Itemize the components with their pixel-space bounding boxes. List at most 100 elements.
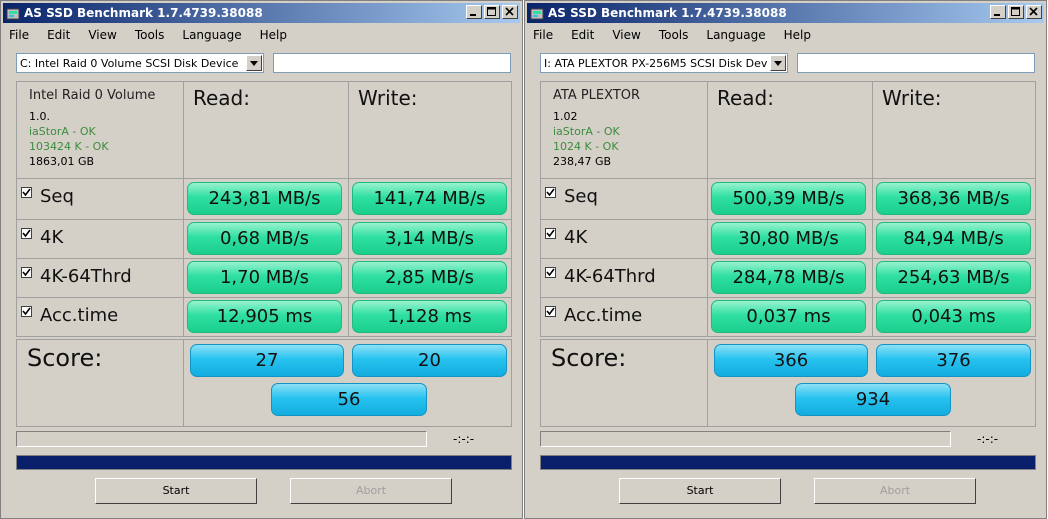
dropdown-button[interactable] [246,55,262,71]
driver-status: iaStorA - OK [29,125,96,138]
menu-tools[interactable]: Tools [659,28,689,42]
menu-help[interactable]: Help [784,28,811,42]
dropdown-button[interactable] [770,55,786,71]
menu-help[interactable]: Help [260,28,287,42]
4k64-write-value: 254,63 MB/s [876,261,1031,294]
4k-write-value: 3,14 MB/s [352,222,507,255]
checkmark-icon [546,268,555,277]
row-4k64-label[interactable]: 4K-64Thrd [545,266,656,287]
read-column-header: Read: [193,86,250,110]
seq-write-value: 141,74 MB/s [352,182,507,215]
start-button[interactable]: Start [619,478,781,504]
4k64-read-value: 1,70 MB/s [187,261,342,294]
checkmark-icon [22,229,31,238]
info-textbox[interactable] [273,53,511,73]
score-panel: Score: 27 20 56 [16,339,512,427]
drive-size: 1863,01 GB [29,155,95,168]
checkbox-4k64[interactable] [21,267,32,278]
minimize-icon [994,14,1000,16]
results-panel: Intel Raid 0 Volume 1.0. iaStorA - OK 10… [16,81,512,337]
acctime-read-value: 12,905 ms [187,300,342,333]
menu-tools[interactable]: Tools [135,28,165,42]
score-read-value: 366 [714,344,868,377]
acctime-write-value: 0,043 ms [876,300,1031,333]
menu-edit[interactable]: Edit [47,28,70,42]
chevron-down-icon [774,61,782,66]
seq-write-value: 368,36 MB/s [876,182,1031,215]
driver-status: iaStorA - OK [553,125,620,138]
drive-select-value: I: ATA PLEXTOR PX-256M5 SCSI Disk Devic [544,57,768,70]
4k-write-value: 84,94 MB/s [876,222,1031,255]
row-4k64-label[interactable]: 4K-64Thrd [21,266,132,287]
score-read-value: 27 [190,344,344,377]
minimize-button[interactable] [466,5,482,19]
results-panel: ATA PLEXTOR 1.02 iaStorA - OK 1024 K - O… [540,81,1036,337]
overall-progress-bar [16,455,512,470]
checkbox-seq[interactable] [21,187,32,198]
firmware-version: 1.0. [29,110,50,123]
row-4k-label[interactable]: 4K [21,227,63,248]
minimize-icon [470,14,476,16]
info-textbox[interactable] [797,53,1035,73]
minimize-button[interactable] [990,5,1006,19]
maximize-button[interactable] [484,5,500,19]
checkbox-acctime[interactable] [21,306,32,317]
row-acctime-label[interactable]: Acc.time [21,305,118,326]
menu-view[interactable]: View [612,28,640,42]
4k64-read-value: 284,78 MB/s [711,261,866,294]
score-write-value: 20 [352,344,507,377]
menu-view[interactable]: View [88,28,116,42]
abort-button[interactable]: Abort [814,478,976,504]
score-write-value: 376 [876,344,1031,377]
menu-language[interactable]: Language [706,28,765,42]
seq-read-value: 243,81 MB/s [187,182,342,215]
elapsed-time: -:-:- [453,432,475,446]
checkmark-icon [546,307,555,316]
read-column-header: Read: [717,86,774,110]
benchmark-window-right: AS SSD Benchmark 1.7.4739.38088 File Edit… [524,0,1047,519]
title-bar[interactable]: AS SSD Benchmark 1.7.4739.38088 [527,3,1044,23]
score-label: Score: [27,344,103,372]
write-column-header: Write: [358,86,418,110]
4k64-write-value: 2,85 MB/s [352,261,507,294]
seq-read-value: 500,39 MB/s [711,182,866,215]
abort-button[interactable]: Abort [290,478,452,504]
menu-edit[interactable]: Edit [571,28,594,42]
checkbox-seq[interactable] [545,187,556,198]
checkbox-4k64[interactable] [545,267,556,278]
score-total-value: 934 [795,383,951,416]
checkmark-icon [22,307,31,316]
acctime-read-value: 0,037 ms [711,300,866,333]
checkbox-4k[interactable] [21,228,32,239]
close-icon [505,7,514,16]
checkmark-icon [546,229,555,238]
benchmark-window-left: AS SSD Benchmark 1.7.4739.38088 File Edit… [0,0,523,519]
row-acctime-label[interactable]: Acc.time [545,305,642,326]
checkbox-acctime[interactable] [545,306,556,317]
close-icon [1029,7,1038,16]
menu-file[interactable]: File [533,28,553,42]
checkmark-icon [546,188,555,197]
progress-bar [540,431,951,447]
close-button[interactable] [1026,5,1042,19]
title-bar[interactable]: AS SSD Benchmark 1.7.4739.38088 [3,3,520,23]
maximize-button[interactable] [1008,5,1024,19]
drive-select[interactable]: I: ATA PLEXTOR PX-256M5 SCSI Disk Devic [540,53,788,73]
overall-progress-bar [540,455,1036,470]
window-title: AS SSD Benchmark 1.7.4739.38088 [548,6,787,20]
checkbox-4k[interactable] [545,228,556,239]
app-icon [530,6,544,20]
menu-bar: File Edit View Tools Language Help [533,28,829,42]
start-button[interactable]: Start [95,478,257,504]
row-seq-label[interactable]: Seq [545,186,598,207]
menu-file[interactable]: File [9,28,29,42]
drive-select[interactable]: C: Intel Raid 0 Volume SCSI Disk Device [16,53,264,73]
row-4k-label[interactable]: 4K [545,227,587,248]
row-seq-label[interactable]: Seq [21,186,74,207]
menu-bar: File Edit View Tools Language Help [9,28,305,42]
menu-language[interactable]: Language [182,28,241,42]
close-button[interactable] [502,5,518,19]
maximize-icon [1011,7,1020,16]
alignment-status: 103424 K - OK [29,140,109,153]
acctime-write-value: 1,128 ms [352,300,507,333]
